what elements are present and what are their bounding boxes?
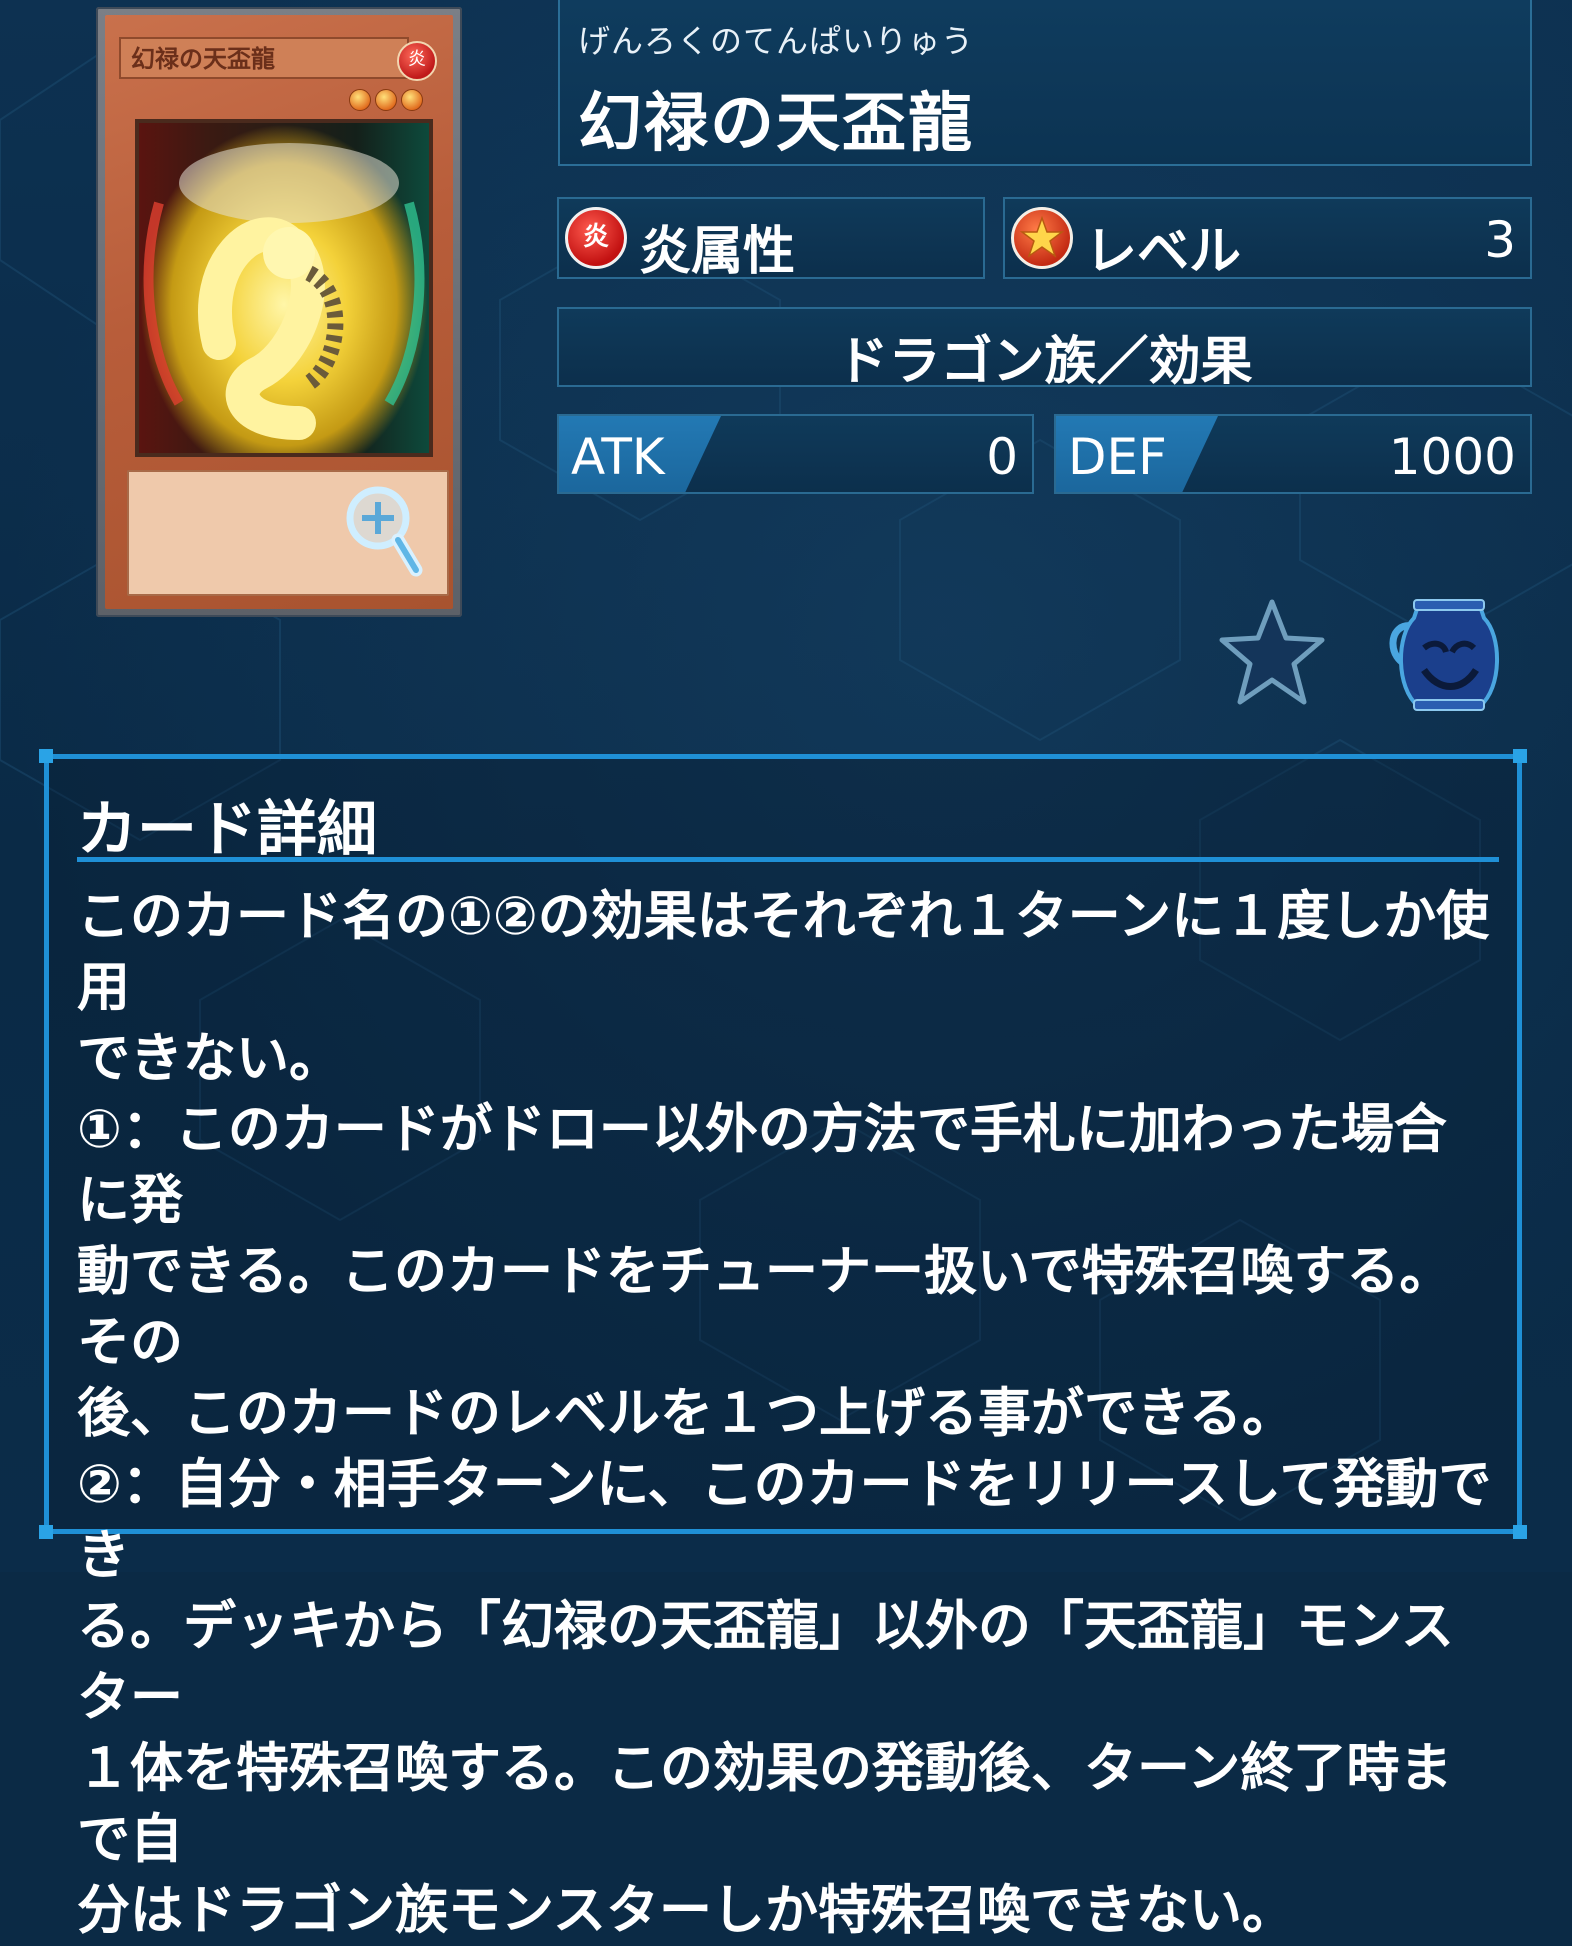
card-image-attribute-icon: 炎: [397, 41, 437, 81]
def-value: 1000: [1388, 428, 1516, 486]
attribute-label: 炎属性: [639, 222, 796, 282]
attribute-box: 炎 炎属性: [557, 197, 985, 282]
level-star-icon: [401, 89, 423, 111]
star-icon[interactable]: [1218, 596, 1326, 710]
card-artwork: [135, 119, 433, 457]
atk-box: ATK 0: [557, 414, 1034, 494]
atk-value: 0: [986, 428, 1018, 486]
card-furigana: げんろくのてんぱいりゅう: [578, 22, 975, 60]
zoom-in-icon[interactable]: [344, 484, 424, 582]
detail-divider: [77, 857, 1499, 862]
card-image-name: 幻禄の天盃龍: [119, 37, 409, 79]
dragon-artwork: [143, 143, 425, 440]
panel-corner: [1513, 749, 1527, 763]
detail-heading: カード詳細: [77, 795, 377, 865]
level-value: 3: [1484, 211, 1516, 269]
def-label: DEF: [1068, 428, 1167, 486]
panel-corner: [39, 1525, 53, 1539]
level-star-icon: [375, 89, 397, 111]
card-detail-panel: カード詳細 このカード名の①②の効果はそれぞれ１ターンに１度しか使用 できない。…: [39, 749, 1527, 1941]
panel-corner: [39, 749, 53, 763]
level-box: レベル 3: [1003, 197, 1532, 282]
atk-label: ATK: [571, 428, 665, 486]
level-label: レベル: [1085, 222, 1242, 282]
fire-attribute-icon: 炎: [565, 207, 627, 269]
pot-of-greed-icon[interactable]: [1384, 596, 1506, 716]
card-name-panel: げんろくのてんぱいりゅう 幻禄の天盃龍: [558, 0, 1532, 166]
card-title: 幻禄の天盃龍: [578, 87, 974, 161]
card-effect-text: このカード名の①②の効果はそれぞれ１ターンに１度しか使用 できない。 ①：このカ…: [77, 886, 1492, 1941]
card-type: ドラゴン族／効果: [836, 332, 1253, 392]
def-box: DEF 1000: [1054, 414, 1532, 494]
level-star-icon: [349, 89, 371, 111]
panel-corner: [1513, 1525, 1527, 1539]
level-star-icon: [1011, 207, 1073, 269]
type-box: ドラゴン族／効果: [557, 307, 1532, 392]
card-image-level-stars: [349, 89, 423, 111]
